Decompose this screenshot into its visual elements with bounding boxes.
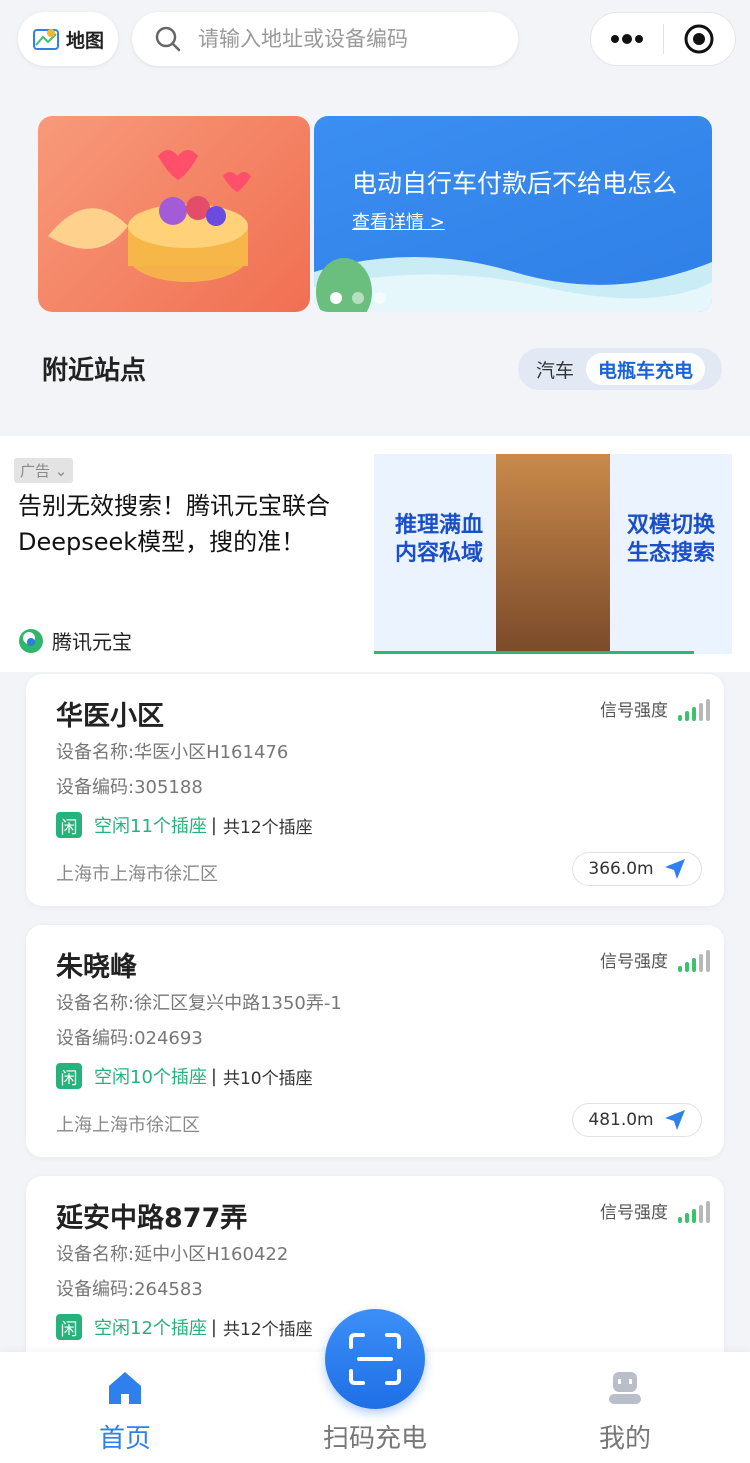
idle-badge: 闲 (56, 1063, 82, 1089)
gift-box-image (38, 116, 310, 312)
station-name: 华医小区 (56, 701, 164, 732)
ad-image-photo (496, 454, 610, 654)
search-bar[interactable] (132, 12, 518, 66)
distance-value: 366.0m (588, 859, 654, 879)
signal-strength: 信号强度 (600, 947, 710, 972)
banner-dot (352, 292, 364, 304)
nav-mine[interactable]: 我的 (545, 1352, 705, 1463)
signal-label: 信号强度 (600, 952, 668, 972)
banner-title: 电动自行车付款后不给电怎么 (352, 169, 678, 198)
signal-bars-icon (678, 1201, 710, 1223)
banner-article: 电动自行车付款后不给电怎么 查看详情 > (314, 116, 712, 312)
station-name: 朱晓峰 (56, 952, 137, 983)
miniapp-capsule (590, 12, 736, 66)
signal-label: 信号强度 (600, 1203, 668, 1223)
nav-home[interactable]: 首页 (45, 1352, 205, 1463)
nav-scan-label: 扫码充电 (322, 1424, 427, 1454)
signal-strength: 信号强度 (600, 1198, 710, 1223)
availability-divider: | (210, 1065, 217, 1087)
socket-availability: 闲空闲10个插座 | 共10个插座 (56, 1063, 313, 1089)
signal-strength: 信号强度 (600, 696, 710, 721)
ad-block[interactable]: 广告 ⌄ 告别无效搜索！腾讯元宝联合Deepseek模型，搜的准！ 腾讯元宝 推… (0, 436, 750, 672)
ad-image: 推理满血 内容私域 双模切换 生态搜索 (374, 454, 732, 654)
signal-bars-icon (678, 950, 710, 972)
free-sockets: 空闲12个插座 (94, 1318, 207, 1339)
idle-badge: 闲 (56, 1314, 82, 1340)
close-miniapp-button[interactable] (664, 13, 736, 65)
tab-car[interactable]: 汽车 (524, 356, 586, 383)
nav-home-label: 首页 (98, 1424, 151, 1454)
gift-box-illustration (48, 150, 251, 282)
scan-charge-button[interactable] (325, 1309, 425, 1409)
ad-progress-bar (374, 651, 694, 654)
distance-value: 481.0m (588, 1110, 654, 1130)
banner-dot (330, 292, 342, 304)
ad-tag-label: 广告 (20, 462, 51, 480)
banner-detail-link[interactable]: 查看详情 > (352, 208, 445, 234)
section-title: 附近站点 (42, 356, 147, 386)
ad-tag[interactable]: 广告 ⌄ (14, 458, 74, 483)
ad-image-text-left: 推理满血 内容私域 (394, 513, 483, 566)
ad-brand: 腾讯元宝 (18, 626, 132, 655)
device-code: 设备编码:024693 (56, 1028, 203, 1049)
ad-headline: 告别无效搜索！腾讯元宝联合Deepseek模型，搜的准！ (18, 492, 330, 556)
device-code: 设备编码:264583 (56, 1279, 203, 1300)
free-sockets: 空闲10个插座 (94, 1067, 207, 1088)
navigate-button[interactable]: 366.0m (572, 852, 702, 886)
navigate-button[interactable]: 481.0m (572, 1103, 702, 1137)
vehicle-type-toggle: 汽车 电瓶车充电 (518, 348, 722, 390)
station-address: 上海上海市徐汇区 (56, 1115, 200, 1136)
signal-label: 信号强度 (600, 701, 668, 721)
availability-divider: | (210, 814, 217, 836)
navigation-arrow-icon (664, 859, 685, 879)
socket-availability: 闲空闲12个插座 | 共12个插座 (56, 1314, 313, 1340)
navigation-arrow-icon (664, 1110, 685, 1130)
station-card[interactable]: 华医小区 信号强度设备名称:华医小区H161476 设备编码:305188 闲空闲11… (26, 674, 724, 906)
top-bar: 地图 (0, 0, 750, 82)
more-button[interactable] (591, 13, 663, 65)
socket-availability: 闲空闲11个插座 | 共12个插座 (56, 812, 313, 838)
banner-dot (374, 292, 386, 304)
promo-banner[interactable]: 电动自行车付款后不给电怎么 查看详情 > (38, 116, 712, 312)
scan-icon (349, 1333, 401, 1385)
map-button[interactable]: 地图 (18, 12, 118, 66)
robot-avatar-icon (609, 1372, 641, 1404)
station-card[interactable]: 朱晓峰 信号强度设备名称:徐汇区复兴中路1350弄-1 设备编码:024693 闲空闲… (26, 925, 724, 1157)
target-icon (684, 24, 714, 54)
device-name: 设备名称:延中小区H160422 (56, 1244, 289, 1265)
device-code: 设备编码:305188 (56, 777, 203, 798)
total-sockets: 共12个插座 (222, 1319, 313, 1340)
home-icon (109, 1372, 141, 1404)
ad-image-text-right: 双模切换 生态搜索 (626, 513, 715, 566)
map-button-label: 地图 (65, 29, 104, 52)
signal-bars-icon (678, 699, 710, 721)
ad-brand-name: 腾讯元宝 (52, 630, 132, 654)
total-sockets: 共10个插座 (222, 1068, 313, 1089)
map-icon (32, 29, 59, 50)
nav-mine-label: 我的 (598, 1424, 651, 1454)
more-icon (610, 34, 643, 44)
station-name: 延安中路877弄 (56, 1203, 248, 1234)
total-sockets: 共12个插座 (222, 817, 313, 838)
station-address: 上海市上海市徐汇区 (56, 864, 218, 885)
device-name: 设备名称:华医小区H161476 (56, 742, 289, 763)
banner-pagination (330, 292, 386, 304)
free-sockets: 空闲11个插座 (94, 816, 207, 837)
tab-ebike-charging[interactable]: 电瓶车充电 (586, 353, 706, 385)
search-input[interactable] (198, 27, 498, 51)
yuanbao-logo-icon (19, 628, 43, 653)
search-icon (155, 26, 181, 52)
idle-badge: 闲 (56, 812, 82, 838)
device-name: 设备名称:徐汇区复兴中路1350弄-1 (56, 993, 342, 1014)
availability-divider: | (210, 1316, 217, 1338)
